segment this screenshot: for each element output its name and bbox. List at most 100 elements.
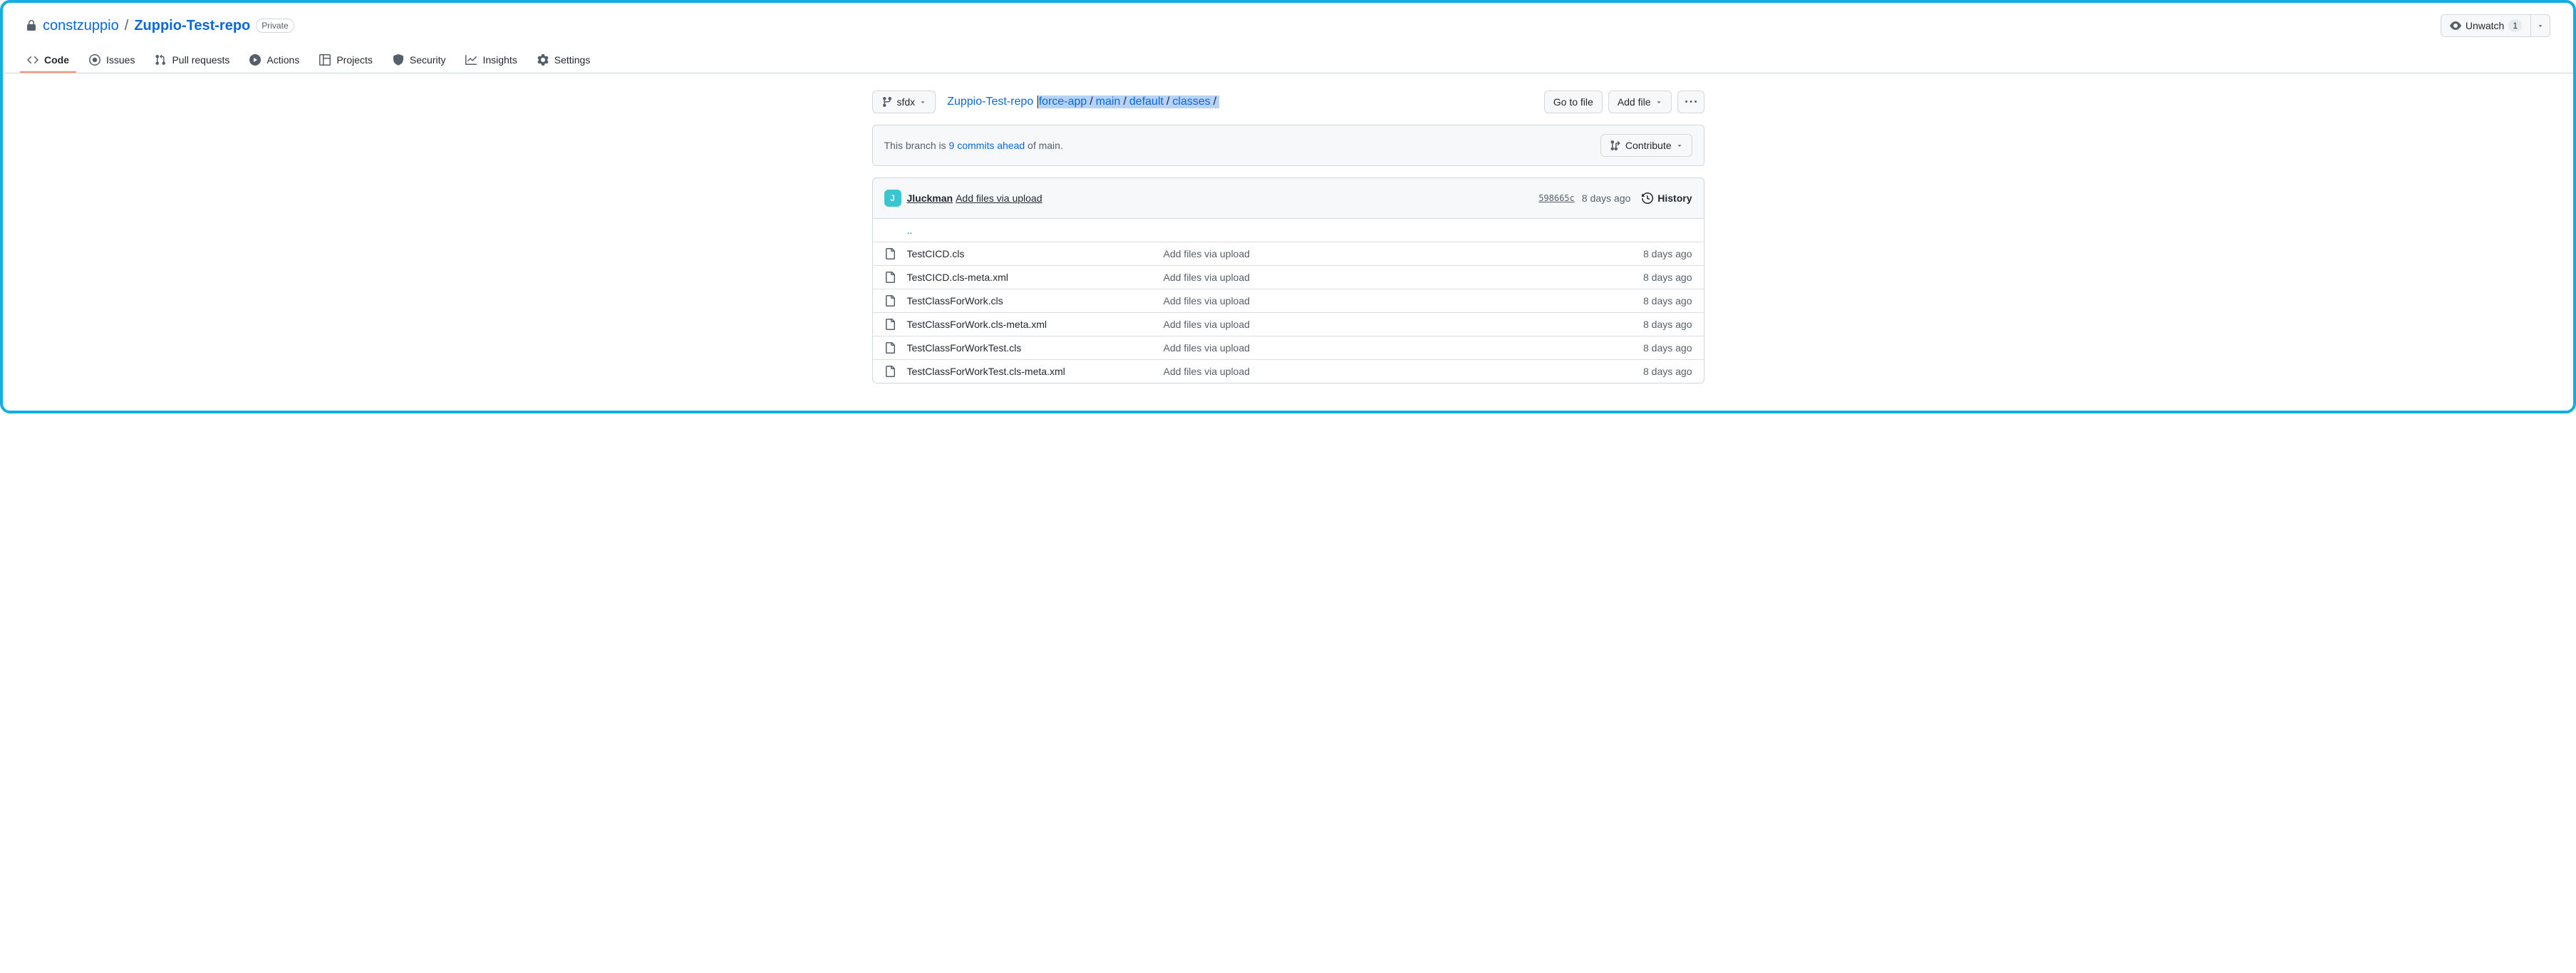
watch-button-group: Unwatch 1 (2441, 14, 2550, 37)
tab-pull-requests[interactable]: Pull requests (148, 48, 237, 73)
contribute-label: Contribute (1625, 138, 1672, 153)
tab-label: Settings (554, 54, 591, 66)
file-commit-message: Add files via upload (1164, 272, 1644, 283)
file-time: 8 days ago (1643, 272, 1692, 283)
repo-tabs: Code Issues Pull requests Actions Projects Se… (3, 48, 2573, 73)
file-row: TestClassForWork.cls-meta.xml Add files v… (873, 313, 1704, 336)
slash-separator: / (1120, 96, 1129, 108)
actions-icon (249, 54, 261, 66)
unwatch-label: Unwatch (2466, 19, 2504, 33)
tab-issues[interactable]: Issues (82, 48, 142, 73)
breadcrumb-root[interactable]: Zuppio-Test-repo (947, 96, 1033, 108)
tab-settings[interactable]: Settings (530, 48, 598, 73)
avatar[interactable]: J (884, 190, 901, 207)
file-commit-message: Add files via upload (1164, 295, 1644, 307)
file-name: TestCICD.cls (907, 248, 1164, 259)
compare-suffix: of main. (1025, 140, 1063, 151)
unwatch-button[interactable]: Unwatch 1 (2441, 14, 2531, 37)
file-time: 8 days ago (1643, 366, 1692, 377)
file-icon (884, 272, 896, 283)
repo-owner-link[interactable]: constzuppio (43, 18, 119, 34)
caret-down-icon (1655, 98, 1662, 105)
file-commit-link[interactable]: Add files via upload (1164, 342, 1250, 354)
branch-compare-box: This branch is 9 commits ahead of main. … (872, 125, 1705, 166)
file-name: TestClassForWork.cls-meta.xml (907, 319, 1164, 330)
file-icon (884, 248, 896, 259)
git-branch-icon (881, 96, 893, 108)
insights-icon (465, 54, 477, 66)
lock-icon (26, 20, 37, 31)
breadcrumb-part[interactable]: default (1129, 96, 1164, 108)
file-row: TestCICD.cls Add files via upload 8 days a… (873, 242, 1704, 266)
watch-count: 1 (2508, 19, 2522, 32)
unwatch-dropdown-button[interactable] (2531, 14, 2550, 37)
file-commit-link[interactable]: Add files via upload (1164, 366, 1250, 377)
code-icon (27, 54, 38, 66)
parent-directory-row[interactable]: .. (873, 219, 1704, 242)
commit-message-link[interactable]: Add files via upload (956, 192, 1042, 204)
file-link[interactable]: TestClassForWorkTest.cls (907, 342, 1022, 354)
history-icon (1642, 192, 1653, 204)
tab-security[interactable]: Security (386, 48, 453, 73)
repo-title: constzuppio / Zuppio-Test-repo Private (26, 18, 294, 34)
add-file-button[interactable]: Add file (1608, 91, 1672, 113)
tab-actions[interactable]: Actions (242, 48, 306, 73)
file-commit-link[interactable]: Add files via upload (1164, 295, 1250, 307)
commits-ahead-link[interactable]: 9 commits ahead (949, 140, 1025, 151)
commit-sha-link[interactable]: 598665c (1538, 193, 1575, 203)
file-link[interactable]: TestClassForWork.cls-meta.xml (907, 319, 1048, 330)
history-link[interactable]: History (1642, 192, 1692, 204)
file-name: TestClassForWork.cls (907, 295, 1164, 307)
file-link[interactable]: TestCICD.cls (907, 248, 965, 259)
parent-directory-link[interactable]: .. (907, 225, 913, 236)
more-options-button[interactable] (1677, 91, 1705, 113)
file-icon (884, 319, 896, 330)
tab-label: Insights (482, 54, 517, 66)
file-time: 8 days ago (1643, 248, 1692, 259)
tab-label: Pull requests (172, 54, 229, 66)
tab-code[interactable]: Code (20, 48, 76, 73)
issues-icon (89, 54, 100, 66)
file-commit-message: Add files via upload (1164, 248, 1644, 259)
breadcrumb-part[interactable]: main (1096, 96, 1121, 108)
add-file-label: Add file (1618, 95, 1651, 109)
file-icon (884, 366, 896, 377)
commit-author-link[interactable]: Jluckman (907, 192, 953, 204)
tab-label: Code (44, 54, 69, 66)
tab-label: Security (410, 54, 446, 66)
tab-label: Actions (267, 54, 299, 66)
file-link[interactable]: TestCICD.cls-meta.xml (907, 272, 1008, 283)
file-name: TestClassForWorkTest.cls-meta.xml (907, 366, 1164, 377)
tab-label: Issues (106, 54, 135, 66)
visibility-badge: Private (256, 19, 294, 33)
file-time: 8 days ago (1643, 319, 1692, 330)
branch-select-button[interactable]: sfdx (872, 91, 936, 113)
file-name: TestCICD.cls-meta.xml (907, 272, 1164, 283)
file-row: TestClassForWork.cls Add files via upload… (873, 289, 1704, 313)
file-name: TestClassForWorkTest.cls (907, 342, 1164, 354)
kebab-icon (1685, 96, 1697, 108)
file-commit-message: Add files via upload (1164, 366, 1644, 377)
breadcrumb: Zuppio-Test-repo force-app / main / defa… (947, 96, 1219, 108)
breadcrumb-part[interactable]: force-app (1039, 96, 1087, 108)
latest-commit-header: J Jluckman Add files via upload 598665c … (873, 178, 1704, 219)
tab-label: Projects (336, 54, 373, 66)
file-time: 8 days ago (1643, 342, 1692, 354)
caret-down-icon (919, 98, 926, 105)
file-commit-link[interactable]: Add files via upload (1164, 248, 1250, 259)
file-time: 8 days ago (1643, 295, 1692, 307)
branch-name: sfdx (897, 95, 916, 109)
contribute-button[interactable]: Contribute (1600, 134, 1692, 157)
file-commit-link[interactable]: Add files via upload (1164, 319, 1250, 330)
file-commit-link[interactable]: Add files via upload (1164, 272, 1250, 283)
file-row: TestClassForWorkTest.cls-meta.xml Add fil… (873, 360, 1704, 383)
tab-insights[interactable]: Insights (458, 48, 524, 73)
tab-projects[interactable]: Projects (312, 48, 380, 73)
repo-name-link[interactable]: Zuppio-Test-repo (134, 18, 250, 34)
pr-icon (155, 54, 166, 66)
file-link[interactable]: TestClassForWork.cls (907, 295, 1003, 307)
slash-separator: / (1087, 96, 1095, 108)
file-link[interactable]: TestClassForWorkTest.cls-meta.xml (907, 366, 1065, 377)
breadcrumb-part[interactable]: classes (1172, 96, 1210, 108)
go-to-file-button[interactable]: Go to file (1544, 91, 1603, 113)
